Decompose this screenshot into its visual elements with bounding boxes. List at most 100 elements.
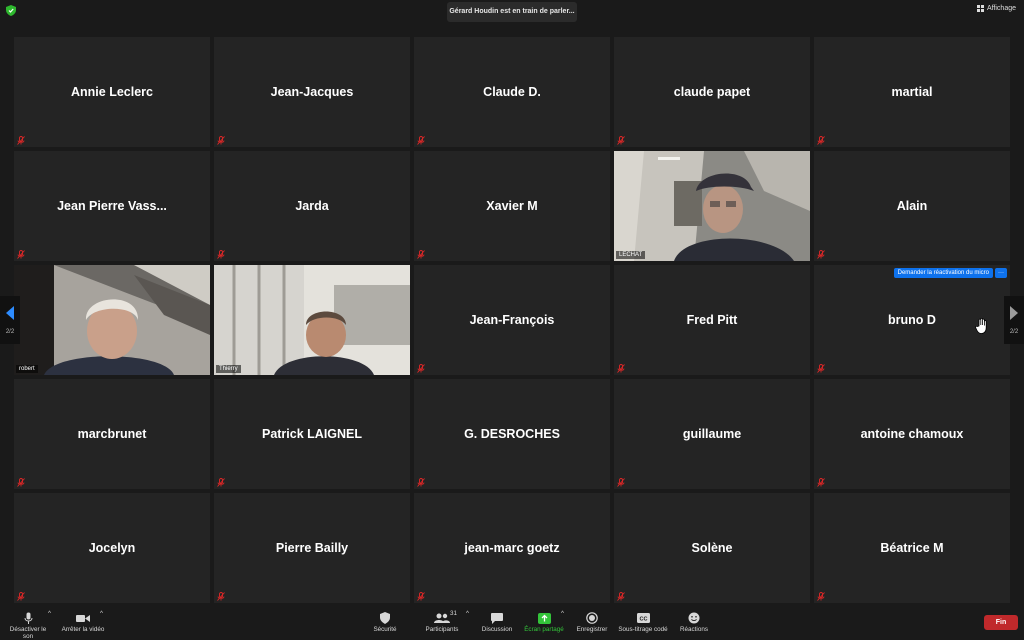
chevron-left-icon [6,306,14,320]
participant-video-feed [614,151,810,261]
participant-tile[interactable]: antoine chamoux [814,379,1010,489]
muted-mic-icon [217,250,225,259]
participants-options-caret[interactable]: ^ [466,610,469,617]
participant-name: jean-marc goetz [464,541,560,555]
participant-name: LECHAT [616,251,646,259]
reactions-label: Réactions [679,626,708,633]
subtitles-button[interactable]: CC Sous-titrage codé [614,610,672,633]
participant-video-tile[interactable]: Thierry [214,265,410,375]
shield-icon [380,612,390,624]
share-options-caret[interactable]: ^ [561,610,564,617]
subtitles-label: Sous-titrage codé [618,626,668,633]
chat-label: Discussion [481,626,513,633]
participant-tile[interactable]: guillaume [614,379,810,489]
next-page-button[interactable]: 2/2 [1004,296,1024,344]
muted-mic-icon [617,364,625,373]
muted-mic-icon [617,136,625,145]
participants-icon [434,613,450,623]
participant-tile[interactable]: Pierre Bailly [214,493,410,603]
more-options-button[interactable]: ··· [995,268,1007,278]
participant-tile[interactable]: Claude D. [414,37,610,147]
participant-name: G. DESROCHES [464,427,560,441]
participant-tile[interactable]: Annie Leclerc [14,37,210,147]
svg-text:CC: CC [639,616,647,622]
muted-mic-icon [817,136,825,145]
mute-button[interactable]: Désactiver le son [4,610,52,640]
participant-tile[interactable]: Jarda [214,151,410,261]
participant-name: antoine chamoux [860,427,964,441]
request-unmute-button[interactable]: Demander la réactivation du micro [893,268,993,278]
share-screen-button[interactable]: Écran partagé [524,610,564,633]
muted-mic-icon [417,250,425,259]
participant-name: Alain [896,199,928,213]
chat-bubble-icon [491,612,503,624]
muted-mic-icon [417,136,425,145]
chat-button[interactable]: Discussion [480,610,514,633]
emoji-reaction-icon [688,612,700,624]
participant-name: Fred Pitt [686,313,738,327]
participant-name: martial [891,85,933,99]
participant-name: Annie Leclerc [71,85,153,99]
security-button[interactable]: Sécurité [370,610,400,633]
muted-mic-icon [817,364,825,373]
top-bar: Gérard Houdin est en train de parler... … [0,0,1024,26]
record-button[interactable]: Enregistrer [574,610,610,633]
participant-tile[interactable]: Jean Pierre Vass... [14,151,210,261]
participant-name: Patrick LAIGNEL [261,427,363,441]
participant-video-feed [14,265,210,375]
muted-mic-icon [17,592,25,601]
participant-tile[interactable]: Jean-François [414,265,610,375]
mute-label: Désactiver le son [9,626,47,640]
participant-name: robert [16,365,38,373]
participant-tile[interactable]: Jocelyn [14,493,210,603]
previous-page-button[interactable]: 2/2 [0,296,20,344]
muted-mic-icon [217,592,225,601]
muted-mic-icon [217,136,225,145]
video-camera-icon [76,614,90,622]
participant-video-tile[interactable]: robert [14,265,210,375]
participant-name: Béatrice M [880,541,944,555]
hand-cursor-icon [975,318,987,334]
page-indicator: 2/2 [1009,329,1019,335]
participant-tile[interactable]: Jean-Jacques [214,37,410,147]
muted-mic-icon [417,478,425,487]
meeting-toolbar: Désactiver le son ^ Arrêter la vidéo ^ S… [0,606,1024,640]
page-indicator: 2/2 [5,329,15,335]
reactions-button[interactable]: Réactions [676,610,712,633]
mute-options-caret[interactable]: ^ [48,610,51,617]
share-screen-label: Écran partagé [524,626,564,633]
participant-name: claude papet [673,85,751,99]
gallery-grid: Annie Leclerc Jean-Jacques Claude D. cla… [14,37,1010,603]
participant-video-tile[interactable]: LECHAT [614,151,810,261]
participant-name: marcbrunet [77,427,147,441]
participant-tile[interactable]: Alain [814,151,1010,261]
participant-tile[interactable]: Solène [614,493,810,603]
participants-label: Participants [425,626,459,633]
participant-tile[interactable]: marcbrunet [14,379,210,489]
video-options-caret[interactable]: ^ [100,610,103,617]
shield-icon[interactable] [6,5,16,16]
muted-mic-icon [617,592,625,601]
end-meeting-button[interactable]: Fin [984,615,1018,630]
participant-tile[interactable]: Patrick LAIGNEL [214,379,410,489]
participant-name: Jean Pierre Vass... [57,199,167,213]
participant-tile[interactable]: Béatrice M [814,493,1010,603]
participant-name: Jean-Jacques [270,85,354,99]
participant-tile[interactable]: G. DESROCHES [414,379,610,489]
participant-name: Claude D. [483,85,541,99]
view-button[interactable]: Affichage [976,5,1016,12]
participant-tile[interactable]: Xavier M [414,151,610,261]
share-screen-icon [537,612,551,624]
participant-tile[interactable]: martial [814,37,1010,147]
muted-mic-icon [817,478,825,487]
participant-name: Jarda [295,199,329,213]
participant-name: guillaume [682,427,742,441]
participant-tile[interactable]: jean-marc goetz [414,493,610,603]
record-label: Enregistrer [576,626,608,633]
participant-tile[interactable]: claude papet [614,37,810,147]
participant-tile[interactable]: Fred Pitt [614,265,810,375]
microphone-icon [24,612,32,624]
participant-name: Xavier M [486,199,538,213]
grid-view-icon [976,5,984,12]
participant-name: Solène [691,541,733,555]
